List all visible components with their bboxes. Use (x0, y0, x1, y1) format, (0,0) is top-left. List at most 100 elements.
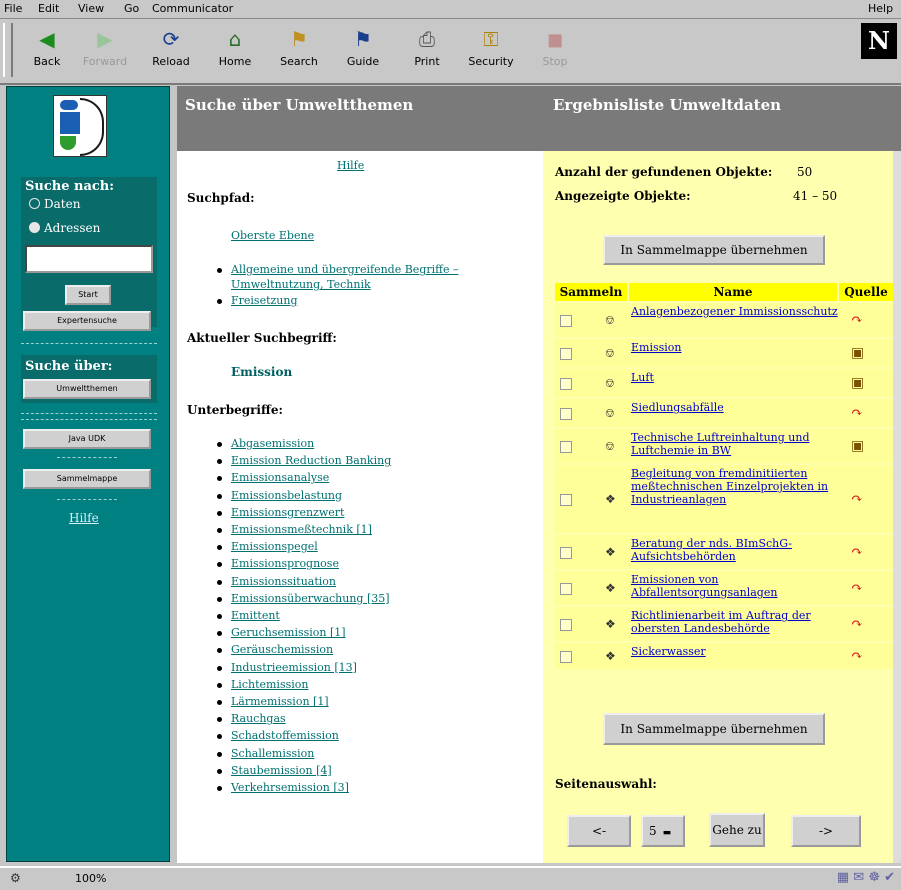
menu-view[interactable]: View (78, 2, 104, 15)
result-name-link[interactable]: Begleitung von fremdinitiierten meßtechn… (631, 467, 843, 506)
subterm-link[interactable]: Verkehrsemission [3] (231, 781, 349, 794)
home-button[interactable]: ⌂ Home (210, 23, 260, 79)
scrollbar[interactable] (893, 151, 901, 863)
collect-checkbox[interactable] (560, 348, 572, 360)
goto-button[interactable]: Gehe zu (709, 813, 765, 847)
collect-checkbox[interactable] (560, 494, 572, 506)
subterm-link[interactable]: Schallemission (231, 747, 314, 760)
collect-checkbox[interactable] (560, 441, 572, 453)
collect-checkbox[interactable] (560, 547, 572, 559)
subterm-link[interactable]: Emission Reduction Banking (231, 454, 391, 467)
zoom-level: 100% (75, 872, 107, 885)
back-button[interactable]: ◀ Back (22, 23, 72, 79)
result-name-link[interactable]: Beratung der nds. BImSchG-Aufsichtsbehör… (631, 537, 843, 563)
collect-top-button[interactable]: In Sammelmappe übernehmen (603, 235, 825, 265)
subterm-link[interactable]: Rauchgas (231, 712, 286, 725)
result-name-link[interactable]: Anlagenbezogener Immissionsschutz (631, 305, 843, 318)
top-level-link[interactable]: Oberste Ebene (231, 229, 314, 242)
netscape-logo[interactable]: N (861, 23, 897, 59)
bullet (217, 493, 222, 499)
subterm-link[interactable]: Abgasemission (231, 437, 314, 450)
source-folder-icon[interactable]: ▣ (851, 375, 864, 391)
collect-checkbox[interactable] (560, 378, 572, 390)
collection-folder-button[interactable]: Sammelmappe (23, 469, 151, 489)
next-page-button[interactable]: -> (791, 815, 861, 847)
search-button[interactable]: ⚑ Search (274, 23, 324, 79)
subterm-link[interactable]: Lärmemission [1] (231, 695, 329, 708)
source-folder-icon[interactable]: ▣ (851, 345, 864, 361)
result-name-link[interactable]: Technische Luftreinhaltung und Luftchemi… (631, 431, 843, 457)
menu-edit[interactable]: Edit (38, 2, 59, 15)
subterm-link[interactable]: Emissionsgrenzwert (231, 506, 344, 519)
forward-button[interactable]: ▶ Forward (80, 23, 130, 79)
java-udk-button[interactable]: Java UDK (23, 429, 151, 449)
result-name-link[interactable]: Siedlungsabfälle (631, 401, 843, 414)
security-lock-icon[interactable]: ⚙ (10, 871, 21, 885)
menu-communicator[interactable]: Communicator (152, 2, 233, 15)
subterm-link[interactable]: Emissionsprognose (231, 557, 339, 570)
radio-addresses[interactable]: Adressen (29, 221, 100, 235)
start-button[interactable]: Start (65, 285, 111, 305)
environment-topics-button[interactable]: Umweltthemen (23, 379, 151, 399)
menu-go[interactable]: Go (124, 2, 139, 15)
expert-search-button[interactable]: Expertensuche (23, 311, 151, 331)
toolbar-grip[interactable] (3, 23, 13, 77)
source-return-icon[interactable]: ↷ (851, 544, 863, 560)
radio-data[interactable]: Daten (29, 197, 80, 211)
reload-button[interactable]: ⟳ Reload (146, 23, 196, 79)
help-link[interactable]: Hilfe (337, 159, 364, 172)
subterm-link[interactable]: Emissionsanalyse (231, 471, 329, 484)
page-select-label: Seitenauswahl: (555, 777, 657, 791)
subterm-link[interactable]: Emissionsbelastung (231, 489, 342, 502)
subterm-link[interactable]: Schadstoffemission (231, 729, 339, 742)
menu-help[interactable]: Help (868, 2, 893, 15)
source-return-icon[interactable]: ↷ (851, 616, 863, 632)
collect-checkbox[interactable] (560, 408, 572, 420)
search-input[interactable] (25, 245, 153, 273)
collect-checkbox[interactable] (560, 315, 572, 327)
prev-page-button[interactable]: <- (567, 815, 631, 847)
page-select[interactable]: 5 ▬ (641, 815, 685, 847)
stop-button[interactable]: ◼ Stop (530, 23, 580, 79)
result-name-link[interactable]: Sickerwasser (631, 645, 843, 658)
print-button[interactable]: ⎙ Print (402, 23, 452, 79)
source-return-icon[interactable]: ↷ (851, 580, 863, 596)
subterm-link[interactable]: Emissionspegel (231, 540, 318, 553)
subterm-link[interactable]: Emissionsmeßtechnik [1] (231, 523, 372, 536)
security-button[interactable]: ⚿ Security (466, 23, 516, 79)
subterm-link[interactable]: Lichtemission (231, 678, 308, 691)
subterm-link[interactable]: Industrieemission [13] (231, 661, 357, 674)
source-return-icon[interactable]: ↷ (851, 312, 863, 328)
collect-checkbox[interactable] (560, 619, 572, 631)
subterm-link[interactable]: Emissionsüberwachung [35] (231, 592, 390, 605)
source-return-icon[interactable]: ↷ (851, 491, 863, 507)
collect-bottom-button[interactable]: In Sammelmappe übernehmen (603, 713, 825, 745)
result-row: ❖ Beratung der nds. BImSchG-Aufsichtsbehö… (555, 535, 893, 569)
collect-checkbox[interactable] (560, 651, 572, 663)
component-bar-icons[interactable]: ▦ ✉ ☸ ✔ (837, 870, 895, 885)
collect-checkbox[interactable] (560, 583, 572, 595)
result-row: ❖ Begleitung von fremdinitiierten meßtech… (555, 465, 893, 533)
bullet (217, 700, 222, 705)
sidebar-help-link[interactable]: Hilfe (69, 511, 99, 525)
menu-file[interactable]: File (4, 2, 22, 15)
subterm-link[interactable]: Geruchsemission [1] (231, 626, 346, 639)
subterm-link[interactable]: Emissionssituation (231, 575, 336, 588)
path-link-release[interactable]: Freisetzung (231, 294, 298, 307)
source-return-icon[interactable]: ↷ (851, 405, 863, 421)
result-name-link[interactable]: Luft (631, 371, 843, 384)
result-name-link[interactable]: Emissionen von Abfallentsorgungsanlagen (631, 573, 843, 599)
home-button-label: Home (218, 55, 252, 68)
source-return-icon[interactable]: ↷ (851, 648, 863, 664)
subterm-link[interactable]: Staubemission [4] (231, 764, 332, 777)
subterm-link[interactable]: Geräuschemission (231, 643, 333, 656)
subterm-link[interactable]: Emittent (231, 609, 280, 622)
object-type-icon: ❖ (605, 581, 616, 595)
menu-bar: File Edit View Go Communicator Help (0, 0, 901, 19)
source-folder-icon[interactable]: ▣ (851, 438, 864, 454)
path-link-general-cont[interactable]: Umweltnutzung, Technik (231, 278, 371, 291)
path-link-general[interactable]: Allgemeine und übergreifende Begriffe – (231, 263, 458, 276)
result-name-link[interactable]: Richtlinienarbeit im Auftrag der oberste… (631, 609, 843, 635)
guide-button[interactable]: ⚑ Guide (338, 23, 388, 79)
result-name-link[interactable]: Emission (631, 341, 843, 354)
